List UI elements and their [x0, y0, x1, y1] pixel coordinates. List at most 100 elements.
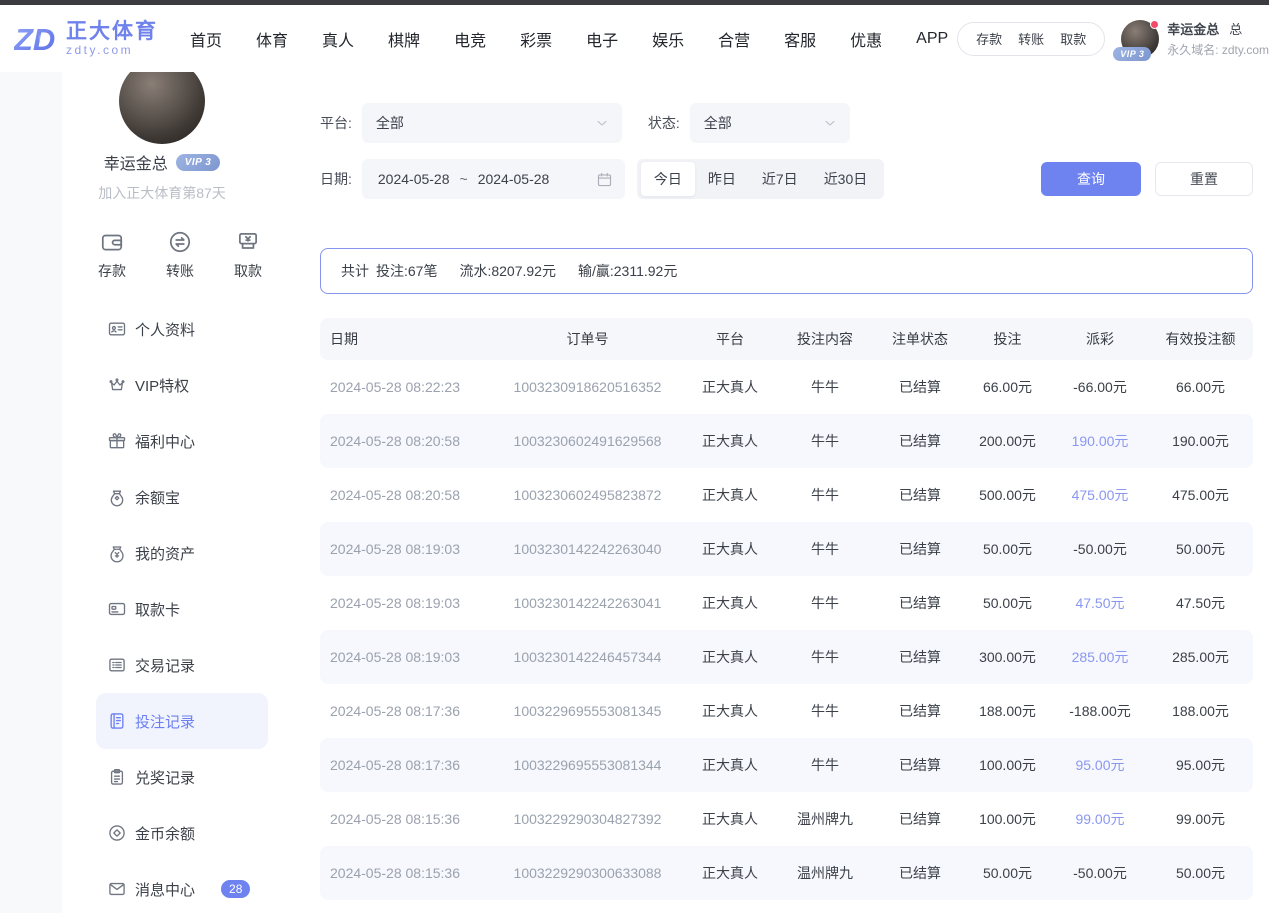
sidebar-item-兑奖记录[interactable]: 兑奖记录: [96, 749, 268, 805]
sidebar-item-label: 个人资料: [135, 319, 195, 340]
range-tab-今日[interactable]: 今日: [641, 162, 695, 196]
cell-valid: 475.00元: [1150, 485, 1251, 505]
sidebar-item-个人资料[interactable]: 个人资料: [96, 301, 268, 357]
quick-link-取款[interactable]: 取款: [1060, 29, 1086, 48]
notification-dot: [1150, 20, 1159, 29]
table-row: 2024-05-28 08:20:581003230602495823872正大…: [320, 468, 1253, 522]
table-row: 2024-05-28 08:19:031003230142246457344正大…: [320, 630, 1253, 684]
cell-status: 已结算: [875, 431, 965, 451]
nav-item-电竞[interactable]: 电竞: [454, 27, 486, 51]
cell-platform: 正大真人: [685, 755, 775, 775]
cell-platform: 正大真人: [685, 593, 775, 613]
sidebar-item-label: 金币余额: [135, 823, 195, 844]
nav-item-电子[interactable]: 电子: [586, 27, 618, 51]
cell-date: 2024-05-28 08:19:03: [320, 649, 490, 665]
sidebar-item-投注记录[interactable]: 投注记录: [96, 693, 268, 749]
user-name: 幸运金总总: [1167, 19, 1269, 38]
cell-payout: -50.00元: [1050, 539, 1150, 559]
cell-date: 2024-05-28 08:15:36: [320, 811, 490, 827]
nav-item-娱乐[interactable]: 娱乐: [652, 27, 684, 51]
cell-content: 牛牛: [775, 377, 875, 397]
platform-select[interactable]: 全部: [362, 103, 622, 143]
money-pouch-icon: [107, 487, 127, 507]
sidebar-item-label: 消息中心: [135, 879, 195, 900]
chevron-down-icon: [822, 115, 838, 131]
cell-bet: 50.00元: [965, 863, 1050, 883]
range-tab-近30日[interactable]: 近30日: [811, 162, 881, 196]
cell-bet: 300.00元: [965, 647, 1050, 667]
cell-order: 1003230142242263041: [490, 595, 685, 611]
cell-payout: -66.00元: [1050, 377, 1150, 397]
table-row: 2024-05-28 08:15:361003229290304827392正大…: [320, 792, 1253, 846]
cell-order: 1003230142246457344: [490, 649, 685, 665]
date-range-input[interactable]: 2024-05-28 ~ 2024-05-28: [362, 159, 625, 199]
sidebar-item-余额宝[interactable]: 余额宝: [96, 469, 268, 525]
sidebar-item-消息中心[interactable]: 消息中心28: [96, 861, 268, 913]
cell-bet: 100.00元: [965, 755, 1050, 775]
nav-item-彩票[interactable]: 彩票: [520, 27, 552, 51]
cell-status: 已结算: [875, 863, 965, 883]
sidebar-item-VIP特权[interactable]: VIP特权: [96, 357, 268, 413]
chevron-down-icon: [594, 115, 610, 131]
cell-platform: 正大真人: [685, 647, 775, 667]
status-select[interactable]: 全部: [690, 103, 850, 143]
cell-date: 2024-05-28 08:19:03: [320, 541, 490, 557]
cell-payout: 95.00元: [1050, 755, 1150, 775]
cell-bet: 200.00元: [965, 431, 1050, 451]
column-header-投注: 投注: [965, 329, 1050, 349]
quick-action-label: 取款: [234, 261, 262, 281]
nav-item-客服[interactable]: 客服: [784, 27, 816, 51]
calendar-icon[interactable]: [596, 171, 613, 188]
left-gutter: [0, 72, 62, 913]
bank-card-icon: [107, 599, 127, 619]
quick-action-取款[interactable]: 取款: [234, 229, 262, 281]
cell-payout: -50.00元: [1050, 863, 1150, 883]
nav-item-棋牌[interactable]: 棋牌: [388, 27, 420, 51]
nav-item-体育[interactable]: 体育: [256, 27, 288, 51]
deposit-icon: [99, 229, 125, 255]
column-header-投注内容: 投注内容: [775, 329, 875, 349]
sidebar-item-取款卡[interactable]: 取款卡: [96, 581, 268, 637]
cell-order: 1003229695553081344: [490, 757, 685, 773]
quick-link-存款[interactable]: 存款: [976, 29, 1002, 48]
quick-action-存款[interactable]: 存款: [98, 229, 126, 281]
cell-payout: 190.00元: [1050, 431, 1150, 451]
column-header-订单号: 订单号: [490, 329, 685, 349]
cell-content: 牛牛: [775, 701, 875, 721]
nav-item-合营[interactable]: 合营: [718, 27, 750, 51]
prize-record-icon: [107, 767, 127, 787]
nav-item-APP[interactable]: APP: [916, 30, 948, 48]
sidebar-item-交易记录[interactable]: 交易记录: [96, 637, 268, 693]
range-tab-近7日[interactable]: 近7日: [749, 162, 811, 196]
sidebar-item-我的资产[interactable]: 我的资产: [96, 525, 268, 581]
table-row: 2024-05-28 08:17:361003229695553081345正大…: [320, 684, 1253, 738]
column-header-平台: 平台: [685, 329, 775, 349]
quick-action-转账[interactable]: 转账: [166, 229, 194, 281]
quick-link-转账[interactable]: 转账: [1018, 29, 1044, 48]
nav-item-首页[interactable]: 首页: [190, 27, 222, 51]
nav-item-真人[interactable]: 真人: [322, 27, 354, 51]
cell-order: 1003230918620516352: [490, 379, 685, 395]
sidebar: 幸运金总 VIP 3 加入正大体育第87天 存款转账取款 个人资料VIP特权福利…: [62, 72, 300, 913]
range-tab-昨日[interactable]: 昨日: [695, 162, 749, 196]
cell-bet: 500.00元: [965, 485, 1050, 505]
table-row: 2024-05-28 08:19:031003230142242263041正大…: [320, 576, 1253, 630]
user-name-suffix: 总: [1229, 22, 1242, 37]
cell-date: 2024-05-28 08:17:36: [320, 703, 490, 719]
cell-payout: 99.00元: [1050, 809, 1150, 829]
search-button[interactable]: 查询: [1041, 162, 1141, 196]
nav-item-优惠[interactable]: 优惠: [850, 27, 882, 51]
user-chip[interactable]: VIP 3 幸运金总总 永久域名: zdty.com: [1121, 19, 1269, 58]
brand-logo[interactable]: ZD 正大体育 zdty.com: [14, 19, 158, 59]
sidebar-item-福利中心[interactable]: 福利中心: [96, 413, 268, 469]
sidebar-item-金币余额[interactable]: 金币余额: [96, 805, 268, 861]
date-quick-ranges: 今日昨日近7日近30日: [637, 159, 884, 199]
cell-platform: 正大真人: [685, 431, 775, 451]
main-nav: 首页 体育 真人 棋牌 电竞 彩票 电子 娱乐 合营 客服 优惠 APP: [190, 27, 948, 51]
quick-action-label: 存款: [98, 261, 126, 281]
summary-item: 投注:67笔: [376, 261, 437, 281]
brand-logo-icon: ZD: [14, 19, 60, 59]
cell-valid: 95.00元: [1150, 755, 1251, 775]
reset-button[interactable]: 重置: [1155, 162, 1253, 196]
table-header-row: 日期订单号平台投注内容注单状态投注派彩有效投注额: [320, 318, 1253, 360]
